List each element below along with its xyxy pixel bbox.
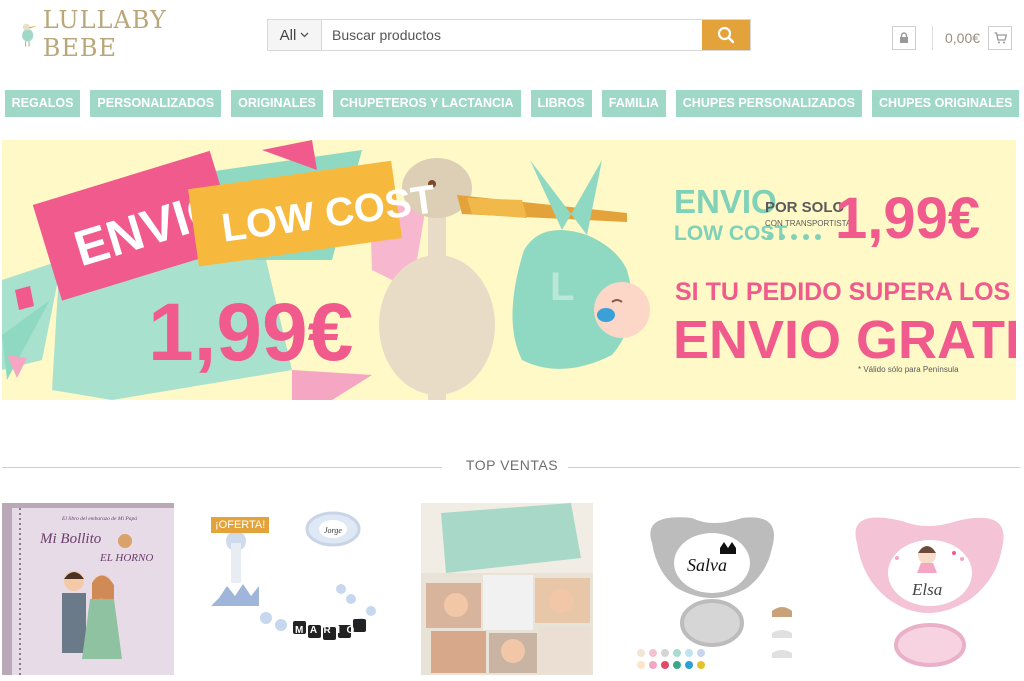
banner-right-envio: ENVIO — [674, 183, 777, 220]
clip-name: MARIO — [295, 625, 361, 636]
search-bar: All — [267, 19, 751, 51]
stork-neck — [428, 200, 446, 400]
product-card-pacifier-elsa[interactable]: Elsa — [842, 503, 1014, 675]
bundle-letter: L — [550, 265, 574, 309]
promo-banner-art: L ENVIO LOW COST 1,99€ ENVIO LOW COST PO… — [2, 140, 1016, 400]
product-card-pacifier-salva[interactable]: Salva — [632, 503, 804, 675]
product-image-pacifier-elsa: Elsa — [842, 503, 1014, 675]
cart-icon — [994, 32, 1007, 44]
nav-item-regalos[interactable]: REGALOS — [4, 90, 81, 117]
promo-banner[interactable]: L ENVIO LOW COST 1,99€ ENVIO LOW COST PO… — [2, 140, 1016, 400]
banner-right-price: 1,99€ — [835, 186, 980, 251]
search-button[interactable] — [702, 20, 750, 50]
search-category-label: All — [279, 26, 297, 44]
product-card-book[interactable]: El libro del embarazo de Mi Papá Mi Boll… — [2, 503, 174, 675]
nav-item-chupes-originales[interactable]: CHUPES ORIGINALES — [872, 90, 1020, 117]
main-nav: REGALOS PERSONALIZADOS ORIGINALES CHUPET… — [0, 90, 1024, 117]
nav-item-libros[interactable]: LIBROS — [530, 90, 592, 117]
banner-footnote: * Válido sólo para Península — [858, 365, 959, 374]
clip-pacifier-name: Jorge — [324, 526, 342, 535]
banner-por-solo: POR SOLO — [765, 199, 845, 216]
nav-item-originales[interactable]: ORIGINALES — [231, 90, 323, 117]
chevron-down-icon — [300, 32, 309, 38]
section-title: TOP VENTAS — [465, 457, 559, 473]
nav-item-chupes-personalizados[interactable]: CHUPES PERSONALIZADOS — [675, 90, 863, 117]
cart-total[interactable]: 0,00€ — [945, 30, 980, 46]
search-category-select[interactable]: All — [268, 20, 322, 50]
nav-item-familia[interactable]: FAMILIA — [601, 90, 666, 117]
account-button[interactable] — [892, 26, 916, 50]
product-card-album[interactable] — [421, 503, 593, 675]
book-subtitle: EL HORNO — [99, 552, 153, 564]
offer-badge: ¡OFERTA! — [211, 517, 270, 533]
top-ventas-heading: TOP VENTAS — [0, 456, 1024, 476]
book-tagline: El libro del embarazo de Mi Papá — [61, 516, 137, 522]
divider — [932, 26, 933, 50]
book-title: Mi Bollito — [39, 531, 102, 547]
cupcake-icon — [118, 534, 132, 548]
banner-si-tu-pedido: SI TU PEDIDO SUPERA LOS 30€ — [675, 278, 1016, 306]
cart-button[interactable] — [988, 26, 1013, 50]
pacifier-1-name: Salva — [687, 555, 727, 575]
product-image-book: El libro del embarazo de Mi Papá Mi Boll… — [2, 503, 174, 675]
lock-icon — [900, 32, 908, 43]
page: LULLABY BEBE All 0,00€ — [0, 0, 1024, 681]
product-image-pacifier-salva: Salva — [632, 503, 804, 675]
logo-text: LULLABY BEBE — [42, 6, 167, 62]
nav-item-personalizados[interactable]: PERSONALIZADOS — [90, 90, 222, 117]
product-image-album — [421, 503, 593, 675]
logo[interactable]: LULLABY BEBE — [18, 6, 186, 62]
header-actions: 0,00€ — [892, 26, 1013, 50]
banner-envio-gratis: ENVIO GRATIS — [673, 310, 1016, 370]
baby-pacifier-icon — [597, 308, 615, 322]
search-input[interactable] — [322, 20, 702, 50]
nav-item-chupeteros-lactancia[interactable]: CHUPETEROS Y LACTANCIA — [332, 90, 521, 117]
banner-price-big: 1,99€ — [148, 287, 353, 378]
stork-logo-icon — [22, 23, 38, 47]
search-icon — [717, 26, 735, 44]
pacifier-2-name: Elsa — [911, 580, 942, 599]
